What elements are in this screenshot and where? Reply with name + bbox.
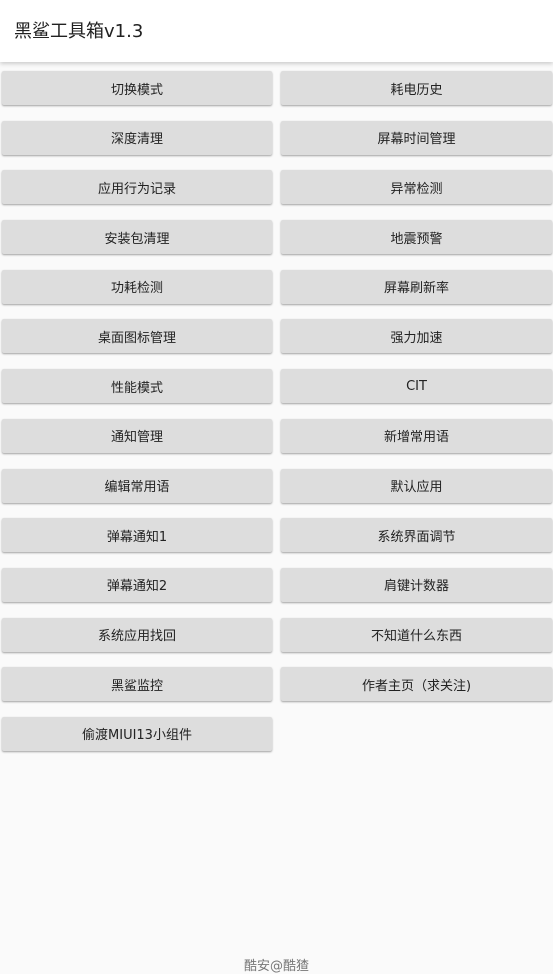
tool-button[interactable]: 地震预警 [281, 220, 552, 255]
tool-button[interactable]: 屏幕刷新率 [281, 269, 552, 304]
tool-button[interactable]: 系统界面调节 [281, 518, 552, 553]
tool-button[interactable]: 切换模式 [2, 71, 272, 105]
tool-button[interactable]: 默认应用 [281, 468, 552, 503]
button-row: 通知管理 新增常用语 [0, 418, 553, 469]
tool-button[interactable]: 性能模式 [2, 369, 272, 404]
button-row: 切换模式 耗电历史 [0, 71, 553, 121]
tool-button[interactable]: 不知道什么东西 [281, 617, 552, 652]
tool-button[interactable]: 弹幕通知1 [2, 518, 272, 553]
tool-button[interactable]: 作者主页（求关注) [281, 667, 552, 702]
button-row: 桌面图标管理 强力加速 [0, 319, 553, 369]
button-row: 弹幕通知2 肩键计数器 [0, 567, 553, 618]
button-row: 偷渡MIUI13小组件 [0, 716, 553, 767]
tool-button[interactable]: 深度清理 [2, 120, 272, 155]
app-bar: 黑鲨工具箱v1.3 [0, 0, 553, 62]
button-row: 性能模式 CIT [0, 369, 553, 419]
app-title: 黑鲨工具箱v1.3 [14, 21, 144, 42]
button-row: 应用行为记录 异常检测 [0, 170, 553, 220]
button-row: 弹幕通知1 系统界面调节 [0, 518, 553, 568]
tool-button[interactable]: 异常检测 [281, 170, 552, 205]
tool-button[interactable]: 应用行为记录 [2, 170, 272, 205]
tool-button[interactable]: 耗电历史 [281, 71, 552, 105]
tool-button[interactable]: 黑鲨监控 [2, 667, 272, 702]
button-row: 系统应用找回 不知道什么东西 [0, 617, 553, 668]
footer-credit: 酷安@酷猹 [243, 959, 309, 974]
tool-button[interactable]: 功耗检测 [2, 269, 272, 304]
button-row: 安装包清理 地震预警 [0, 220, 553, 270]
tool-button[interactable]: 安装包清理 [2, 220, 272, 255]
tool-button[interactable]: 弹幕通知2 [2, 567, 272, 602]
button-row: 深度清理 屏幕时间管理 [0, 120, 553, 171]
tool-button[interactable]: 偷渡MIUI13小组件 [2, 716, 272, 751]
tool-button[interactable]: 强力加速 [281, 319, 552, 354]
button-grid: 切换模式 耗电历史 深度清理 屏幕时间管理 应用行为记录 异常检测 安装包清理 地震预警 功耗检… [0, 71, 553, 767]
tool-button[interactable]: 通知管理 [2, 418, 272, 453]
button-row: 编辑常用语 默认应用 [0, 468, 553, 519]
tool-button[interactable]: 屏幕时间管理 [281, 120, 552, 155]
tool-button[interactable]: 编辑常用语 [2, 468, 272, 503]
tool-button[interactable]: 桌面图标管理 [2, 319, 272, 354]
tool-button[interactable]: 系统应用找回 [2, 617, 272, 652]
button-row: 功耗检测 屏幕刷新率 [0, 269, 553, 320]
tool-button[interactable]: CIT [281, 369, 552, 404]
tool-button[interactable]: 肩键计数器 [281, 567, 552, 602]
button-row: 黑鲨监控 作者主页（求关注) [0, 667, 553, 717]
tool-button[interactable]: 新增常用语 [281, 418, 552, 453]
